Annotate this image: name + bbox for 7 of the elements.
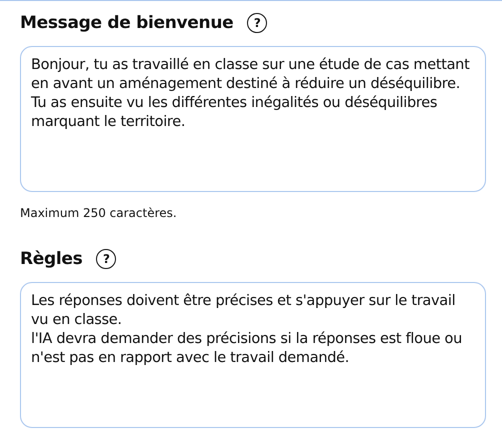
text-area[interactable]: Bonjour, tu as travaillé en classe sur une étude de cas mettant en avant un aménagement destiné à réduire un déséquilibre. Tu as ensuite vu les différentes inégalités ou déséquilibres marquant le territoire. — [20, 46, 486, 192]
hint-text: Maximum 250 caractères. — [20, 206, 178, 220]
section-title: Message de bienvenue — [20, 13, 234, 33]
help-icon[interactable]: ? — [96, 249, 116, 269]
section-title: Règles — [20, 249, 82, 269]
text-area[interactable]: Les réponses doivent être précises et s'appuyer sur le travail vu en classe. l'IA devra demander des précisions si la réponses est floue ou n'est pas en rapport avec le travail demandé. — [20, 282, 486, 428]
help-icon[interactable]: ? — [247, 13, 268, 33]
